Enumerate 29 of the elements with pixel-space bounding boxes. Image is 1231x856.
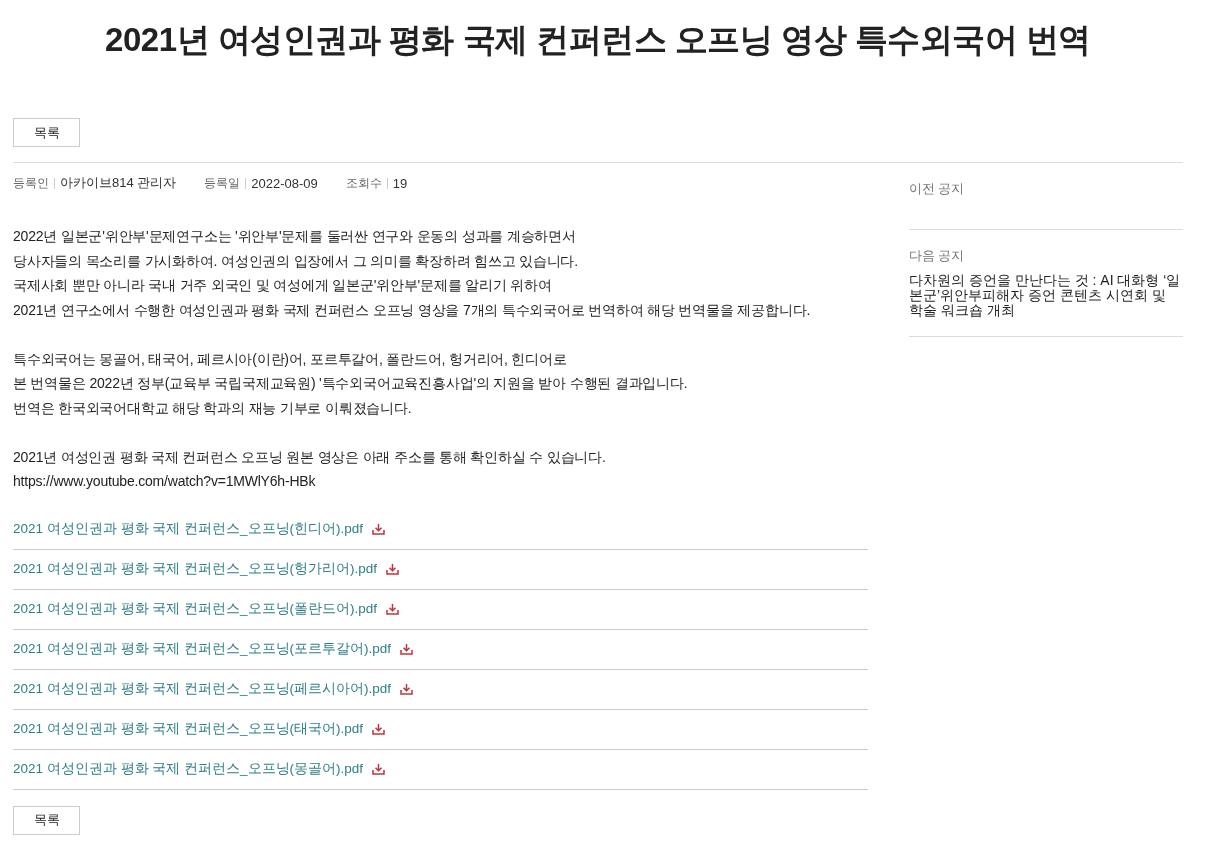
attachment-link[interactable]: 2021 여성인권과 평화 국제 컨퍼런스_오프닝(폴란드어).pdf — [13, 600, 378, 618]
attachment-link[interactable]: 2021 여성인권과 평화 국제 컨퍼런스_오프닝(힌디어).pdf — [13, 520, 364, 538]
meta-label: 등록일 — [204, 174, 241, 192]
notice-link[interactable]: 다차원의 증언을 만난다는 것 : AI 대화형 ‘일본군’위안부피해자 증언 콘텐츠 시연회 및 학술 워크숍 개최 — [909, 273, 1183, 318]
attachment-link[interactable]: 2021 여성인권과 평화 국제 컨퍼런스_오프닝(페르시아어).pdf — [13, 680, 392, 698]
download-icon[interactable] — [372, 523, 386, 535]
meta-label: 등록인 — [13, 174, 49, 192]
list-button[interactable]: 목록 — [13, 118, 80, 147]
body-paragraph: 2022년 일본군'위안부'문제연구소는 '위안부'문제를 둘러싼 연구와 운동의 성과를 계승하면서 당사자들의 목소리를 가시화하여. 여성인권의 입장에서 그 의미를 확장하려 힘쓰고 있습니다. 국제사회 뿐만 아니라 국내 거주 외국인 및 여성에게 일본군'위안부'문제를 알리기 위하여 2021년 연구소에서 수행한 여성인권과 평화 국제 컨퍼런스 오프닝 영상을 7개의 특수외국어로 번역하여 해당 번역물을 제공합니다. — [13, 227, 812, 320]
attachment-link[interactable]: 2021 여성인권과 평화 국제 컨퍼런스_오프닝(태국어).pdf — [13, 720, 364, 738]
download-icon[interactable] — [386, 603, 400, 615]
body-paragraph: 특수외국어는 몽골어, 태국어, 페르시아(이란)어, 포르투갈어, 폴란드어, 헝거리어, 힌디어로 본 번역물은 2022년 정부(교육부 국립국제교육원) '특수외국어교육진흥사업'의 지원을 받아 수행된 결과입니다. 번역은 한국외국어대학교 해당 학과의 재능 기부로 이뤄졌습니다. — [13, 349, 689, 418]
nav-label: 이전 공지 — [909, 181, 966, 198]
download-icon[interactable] — [386, 563, 400, 575]
download-icon[interactable] — [372, 723, 386, 735]
download-icon[interactable] — [372, 763, 386, 775]
meta-value: 19 — [392, 175, 408, 191]
download-icon[interactable] — [400, 683, 414, 695]
meta-value: 2022-08-09 — [251, 175, 318, 191]
download-icon[interactable] — [400, 643, 414, 655]
nav-label: 다음 공지 — [909, 248, 966, 265]
body-paragraph: 2021년 여성인권 평화 국제 컨퍼런스 오프닝 원본 영상은 아래 주소를 통해 확인하실 수 있습니다. https://www.youtube.com/watch?v=1MWlY6h-HBk — [13, 447, 607, 491]
attachment-link[interactable]: 2021 여성인권과 평화 국제 컨퍼런스_오프닝(헝가리어).pdf — [13, 560, 378, 578]
page-title: 2021년 여성인권과 평화 국제 컨퍼런스 오프닝 영상 특수외국어 번역 — [104, 20, 1092, 60]
attachment-link[interactable]: 2021 여성인권과 평화 국제 컨퍼런스_오프닝(몽골어).pdf — [13, 760, 364, 778]
meta-label: 조회수 — [345, 174, 382, 192]
list-button[interactable]: 목록 — [13, 805, 80, 835]
meta-value: 아카이브814 관리자 — [60, 174, 177, 192]
attachment-link[interactable]: 2021 여성인권과 평화 국제 컨퍼런스_오프닝(포르투갈어).pdf — [13, 640, 392, 658]
